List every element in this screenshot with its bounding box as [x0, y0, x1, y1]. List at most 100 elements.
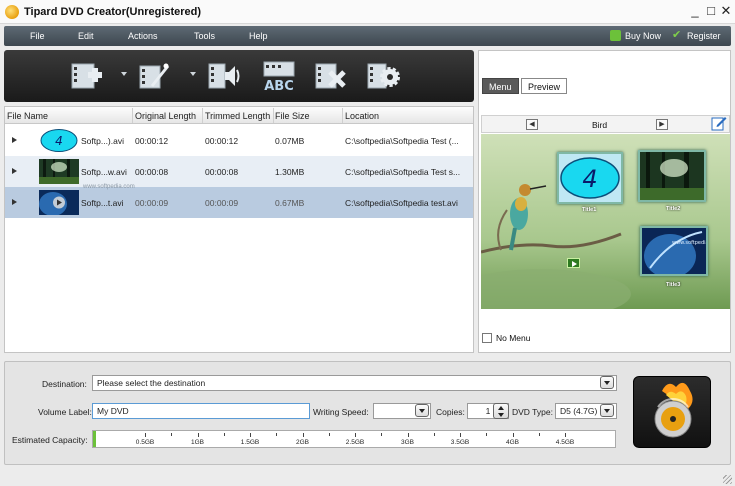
no-menu-checkbox-row[interactable]: No Menu [482, 333, 531, 343]
capacity-tick [460, 433, 461, 437]
subtitle-icon[interactable]: ABC [262, 60, 296, 92]
capacity-tick-label: 2.5GB [345, 439, 365, 446]
edit-video-icon[interactable] [138, 60, 172, 92]
menu-template-nav: ◀ Bird ▶ [481, 115, 730, 133]
menu-title-thumbnail[interactable]: www.softpedia.com [640, 226, 721, 278]
window-title: Tipard DVD Creator(Unregistered) [24, 6, 202, 18]
table-row[interactable]: Softp...w.avi 00:00:08 00:00:08 1.30MB C… [5, 156, 473, 187]
menu-title-label: Title1 [582, 207, 597, 213]
edit-menu-icon[interactable] [711, 115, 727, 131]
dvd-type-label: DVD Type: [512, 407, 553, 417]
expand-arrow-icon[interactable] [12, 168, 17, 174]
next-template-button[interactable]: ▶ [656, 119, 668, 130]
add-file-icon[interactable] [70, 60, 104, 92]
column-divider[interactable] [273, 108, 274, 123]
volume-label-input[interactable]: My DVD [92, 403, 310, 419]
file-size: 1.30MB [275, 167, 305, 177]
column-file-size[interactable]: File Size [275, 111, 310, 121]
original-length: 00:00:08 [135, 167, 169, 177]
expand-arrow-icon[interactable] [12, 199, 17, 205]
volume-label-value: My DVD [97, 406, 129, 416]
capacity-tick [145, 433, 146, 437]
dvd-type-dropdown-button[interactable] [600, 404, 614, 417]
resize-grip-icon[interactable] [723, 475, 732, 484]
capacity-tick-label: 4GB [505, 439, 520, 446]
capacity-minor-tick [486, 433, 488, 436]
menu-help[interactable]: Help [249, 31, 268, 41]
trimmed-length: 00:00:09 [205, 198, 239, 208]
title3-thumbnail-image: www.softpedia.com [642, 228, 721, 278]
file-name: Softp...).avi [81, 136, 124, 146]
burn-dvd-icon [654, 382, 693, 438]
column-location[interactable]: Location [345, 111, 379, 121]
capacity-tick-label: 0.5GB [135, 439, 155, 446]
file-location: C:\softpedia\Softpedia Test (... [345, 136, 459, 146]
cart-icon [610, 30, 621, 41]
column-trimmed-length[interactable]: Trimmed Length [205, 111, 270, 121]
buy-now-button[interactable]: Buy Now [610, 30, 661, 41]
register-button[interactable]: ✔ Register [672, 30, 721, 41]
column-original-length[interactable]: Original Length [135, 111, 196, 121]
previous-template-button[interactable]: ◀ [526, 119, 538, 130]
menu-bar: File Edit Actions Tools Help Buy Now ✔ R… [4, 26, 731, 46]
menu-file[interactable]: File [30, 31, 45, 41]
burn-button[interactable] [633, 376, 711, 448]
file-size: 0.07MB [275, 136, 305, 146]
table-row[interactable]: 4 Softp...).avi 00:00:12 00:00:12 0.07MB… [5, 125, 473, 156]
table-row[interactable]: www.softpedia.com Softp...t.avi 00:00:09… [5, 184, 473, 218]
play-icon [572, 261, 577, 267]
video-thumbnail [39, 190, 79, 215]
volume-label: Volume Label: [38, 407, 92, 417]
column-divider[interactable] [132, 108, 133, 123]
file-name: Softp...t.avi [81, 198, 124, 208]
remove-icon[interactable] [314, 60, 348, 92]
estimated-capacity-label: Estimated Capacity: [12, 435, 88, 445]
menu-title-thumbnail[interactable]: 4 [557, 152, 623, 204]
minimize-button[interactable]: _ [688, 4, 702, 18]
capacity-minor-tick [171, 433, 173, 436]
svg-text:ABC: ABC [264, 79, 294, 92]
menu-actions[interactable]: Actions [128, 31, 158, 41]
menu-title-thumbnail[interactable] [638, 150, 706, 202]
capacity-tick-label: 1.5GB [240, 439, 260, 446]
play-button[interactable] [567, 258, 580, 268]
menu-tools[interactable]: Tools [194, 31, 215, 41]
capacity-tick-label: 4.5GB [555, 439, 575, 446]
file-size: 0.67MB [275, 198, 305, 208]
column-file-name[interactable]: File Name [7, 111, 48, 121]
trimmed-length: 00:00:08 [205, 167, 239, 177]
audio-icon[interactable] [207, 60, 241, 92]
capacity-minor-tick [328, 433, 330, 436]
close-button[interactable]: ✕ [719, 4, 733, 18]
writing-speed-dropdown-button[interactable] [415, 404, 429, 417]
decrement-icon[interactable] [498, 413, 504, 417]
menu-title-label: Title2 [666, 206, 681, 212]
destination-dropdown-button[interactable] [600, 376, 614, 389]
no-menu-checkbox[interactable] [482, 333, 492, 343]
trimmed-length: 00:00:12 [205, 136, 239, 146]
app-logo-icon [5, 5, 19, 19]
destination-label: Destination: [42, 379, 87, 389]
copies-stepper[interactable] [493, 403, 509, 419]
register-label: Register [687, 30, 721, 41]
settings-icon[interactable] [366, 60, 400, 92]
destination-select[interactable]: Please select the destination [92, 375, 617, 391]
maximize-button[interactable]: □ [704, 4, 718, 18]
watermark-text: www.softpedia.com [83, 184, 135, 190]
increment-icon[interactable] [498, 406, 504, 410]
dvd-type-value: D5 (4.7G) [560, 406, 598, 416]
column-divider[interactable] [342, 108, 343, 123]
add-file-dropdown[interactable] [121, 72, 127, 76]
capacity-tick [407, 433, 409, 437]
capacity-minor-tick [433, 433, 435, 436]
menu-edit[interactable]: Edit [78, 31, 94, 41]
capacity-minor-tick [381, 433, 383, 436]
menu-title-label: Title3 [666, 282, 681, 288]
edit-dropdown[interactable] [190, 72, 196, 76]
tab-preview[interactable]: Preview [521, 78, 568, 94]
column-divider[interactable] [202, 108, 203, 123]
title2-thumbnail-image [640, 152, 704, 200]
expand-arrow-icon[interactable] [12, 137, 17, 143]
file-location: C:\softpedia\Softpedia Test s... [345, 167, 461, 177]
tab-menu[interactable]: Menu [482, 78, 519, 94]
